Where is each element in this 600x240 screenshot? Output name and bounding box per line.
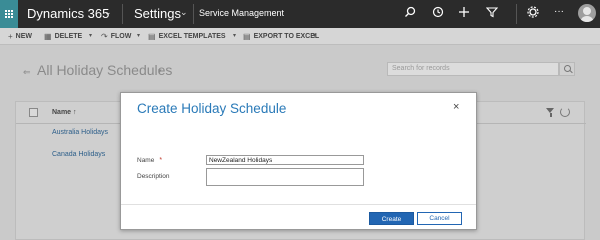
create-holiday-schedule-dialog: Create Holiday Schedule × Name * NewZeala…: [120, 92, 477, 230]
nav-divider: [122, 4, 123, 24]
search-icon[interactable]: [402, 6, 418, 22]
name-label-text: Name: [137, 157, 155, 164]
cancel-button[interactable]: Cancel: [417, 212, 462, 225]
description-field-label: Description: [137, 173, 170, 180]
list-item[interactable]: Canada Holidays: [52, 151, 105, 158]
name-field[interactable]: NewZealand Holidays: [206, 155, 364, 165]
required-marker: *: [159, 157, 163, 164]
user-avatar-icon[interactable]: [578, 4, 596, 22]
dialog-footer-divider: [121, 204, 476, 205]
excel-icon: ▤: [243, 32, 251, 41]
app-launcher-icon[interactable]: [0, 0, 18, 28]
excel-templates-button[interactable]: ▤ EXCEL TEMPLATES: [148, 32, 226, 41]
flow-icon: ↷: [101, 32, 108, 41]
flow-button[interactable]: ↷ FLOW: [101, 32, 131, 41]
chevron-down-icon[interactable]: ⌄: [180, 7, 188, 18]
search-input[interactable]: Search for records: [387, 62, 559, 76]
plus-icon[interactable]: [456, 6, 472, 22]
top-nav-bar: Dynamics 365 ⌄ Settings ⌄ Service Manage…: [0, 0, 600, 28]
view-selector[interactable]: All Holiday Schedules: [37, 62, 172, 78]
chevron-down-icon[interactable]: ▾: [233, 32, 236, 39]
delete-button-label: DELETE: [54, 33, 83, 40]
new-button[interactable]: + NEW: [8, 32, 32, 41]
filter-icon[interactable]: [546, 108, 555, 117]
select-all-checkbox[interactable]: [29, 108, 38, 117]
new-button-label: NEW: [15, 33, 33, 40]
command-bar: + NEW ▦ DELETE ▾ ↷ FLOW ▾ ▤ EXCEL TEMPLA…: [0, 28, 600, 45]
chevron-down-icon[interactable]: ▾: [158, 67, 162, 75]
search-icon[interactable]: [559, 62, 575, 76]
name-field-label: Name *: [137, 157, 162, 164]
export-to-excel-label: EXPORT TO EXCEL: [253, 33, 320, 40]
description-field[interactable]: [206, 168, 364, 186]
excel-icon: ▤: [148, 32, 156, 41]
filter-icon[interactable]: [484, 6, 500, 22]
excel-templates-label: EXCEL TEMPLATES: [158, 33, 226, 40]
refresh-icon[interactable]: [560, 107, 570, 117]
close-icon[interactable]: ×: [453, 101, 459, 113]
plus-icon: +: [8, 32, 13, 41]
app-title[interactable]: Dynamics 365: [27, 6, 109, 21]
ellipsis-icon[interactable]: ···: [551, 4, 567, 20]
delete-button[interactable]: ▦ DELETE: [44, 32, 82, 41]
flow-button-label: FLOW: [110, 33, 132, 40]
nav-divider: [516, 4, 517, 24]
gear-icon[interactable]: [525, 6, 541, 22]
nav-divider: [193, 4, 194, 24]
area-title[interactable]: Settings: [134, 6, 181, 21]
chevron-down-icon[interactable]: ⌄: [104, 7, 112, 18]
chevron-down-icon[interactable]: ▾: [89, 32, 92, 39]
dialog-title: Create Holiday Schedule: [137, 101, 287, 116]
chevron-down-icon[interactable]: ▾: [313, 32, 316, 39]
trash-icon: ▦: [44, 32, 52, 41]
column-header-name[interactable]: Name ↑: [52, 109, 77, 116]
export-to-excel-button[interactable]: ▤ EXPORT TO EXCEL: [243, 32, 319, 41]
back-arrow-icon[interactable]: ⇐: [23, 67, 31, 78]
list-item[interactable]: Australia Holidays: [52, 129, 108, 136]
subarea-title[interactable]: Service Management: [199, 8, 284, 18]
create-button[interactable]: Create: [369, 212, 414, 225]
chevron-down-icon[interactable]: ▾: [137, 32, 140, 39]
clock-icon[interactable]: [430, 6, 446, 22]
